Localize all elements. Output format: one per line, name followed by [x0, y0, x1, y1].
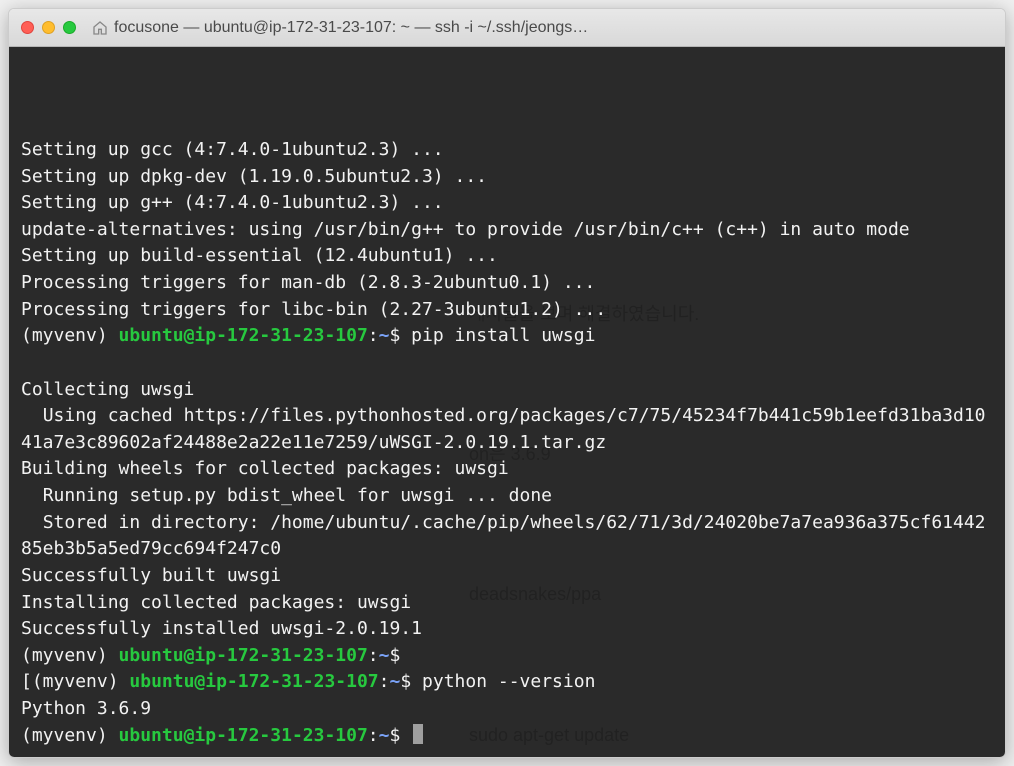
user-host: ubuntu@ip-172-31-23-107: [119, 325, 368, 346]
path: ~: [379, 325, 390, 346]
terminal-window: focusone — ubuntu@ip-172-31-23-107: ~ — …: [8, 8, 1006, 758]
cursor: [413, 724, 423, 744]
venv-indicator: (myvenv): [32, 671, 119, 692]
output-line: Running setup.py bdist_wheel for uwsgi .…: [21, 485, 552, 506]
home-icon: [92, 20, 108, 36]
traffic-lights: [21, 21, 76, 34]
output-line: Using cached https://files.pythonhosted.…: [21, 405, 986, 453]
output-line: Successfully built uwsgi: [21, 565, 281, 586]
output-line: Processing triggers for man-db (2.8.3-2u…: [21, 272, 595, 293]
user-host: ubuntu@ip-172-31-23-107: [119, 725, 368, 746]
output-line: Setting up dpkg-dev (1.19.0.5ubuntu2.3) …: [21, 166, 487, 187]
close-button[interactable]: [21, 21, 34, 34]
output-line: Setting up build-essential (12.4ubuntu1)…: [21, 245, 498, 266]
titlebar[interactable]: focusone — ubuntu@ip-172-31-23-107: ~ — …: [9, 9, 1005, 47]
venv-indicator: (myvenv): [21, 325, 108, 346]
path: ~: [379, 645, 390, 666]
output-line: Setting up gcc (4:7.4.0-1ubuntu2.3) ...: [21, 139, 444, 160]
terminal-body[interactable]: 게시글을 보며 해결하였습니다. on은 3.6.9 deadsnakes/pp…: [9, 47, 1005, 757]
path: ~: [379, 725, 390, 746]
output-line: Python 3.6.9: [21, 698, 151, 719]
minimize-button[interactable]: [42, 21, 55, 34]
window-title: focusone — ubuntu@ip-172-31-23-107: ~ — …: [114, 19, 993, 37]
user-host: ubuntu@ip-172-31-23-107: [129, 671, 378, 692]
user-host: ubuntu@ip-172-31-23-107: [119, 645, 368, 666]
output-line: Successfully installed uwsgi-2.0.19.1: [21, 618, 422, 639]
command: pip install uwsgi: [411, 325, 595, 346]
command: python --version: [422, 671, 595, 692]
path: ~: [389, 671, 400, 692]
output-line: Stored in directory: /home/ubuntu/.cache…: [21, 512, 986, 560]
output-line: Installing collected packages: uwsgi: [21, 592, 411, 613]
venv-indicator: (myvenv): [21, 645, 108, 666]
terminal-content: Setting up gcc (4:7.4.0-1ubuntu2.3) ... …: [21, 137, 993, 749]
output-line: Collecting uwsgi: [21, 379, 194, 400]
output-line: Processing triggers for libc-bin (2.27-3…: [21, 299, 606, 320]
maximize-button[interactable]: [63, 21, 76, 34]
venv-indicator: (myvenv): [21, 725, 108, 746]
output-line: update-alternatives: using /usr/bin/g++ …: [21, 219, 910, 240]
output-line: Building wheels for collected packages: …: [21, 458, 509, 479]
output-line: Setting up g++ (4:7.4.0-1ubuntu2.3) ...: [21, 192, 444, 213]
